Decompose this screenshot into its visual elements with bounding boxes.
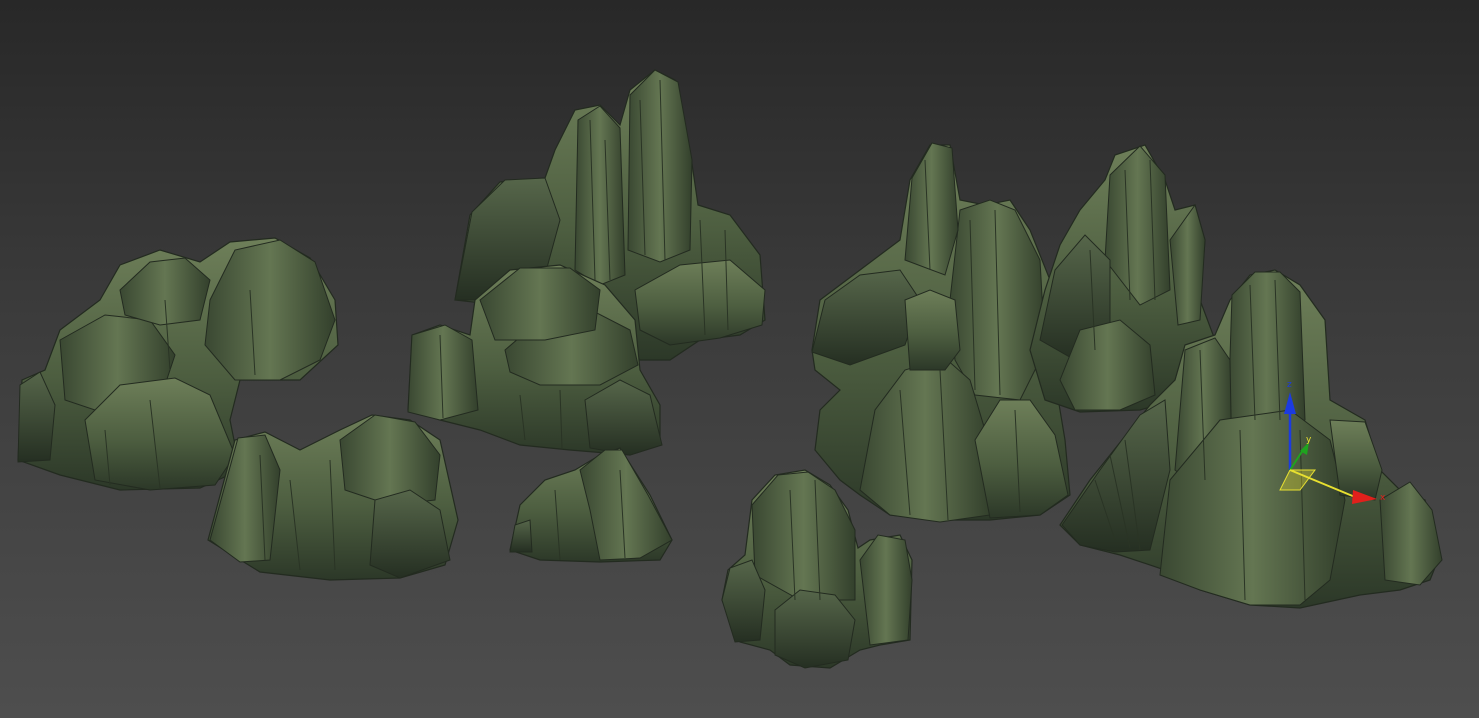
rock-cluster-bottom-left[interactable]: [207, 414, 459, 581]
rock-cluster-right-center[interactable]: [811, 142, 1071, 523]
rock-scene[interactable]: [0, 0, 1479, 718]
perspective-viewport[interactable]: z y x: [0, 0, 1479, 718]
rock-cluster-small-cone[interactable]: [509, 447, 673, 563]
